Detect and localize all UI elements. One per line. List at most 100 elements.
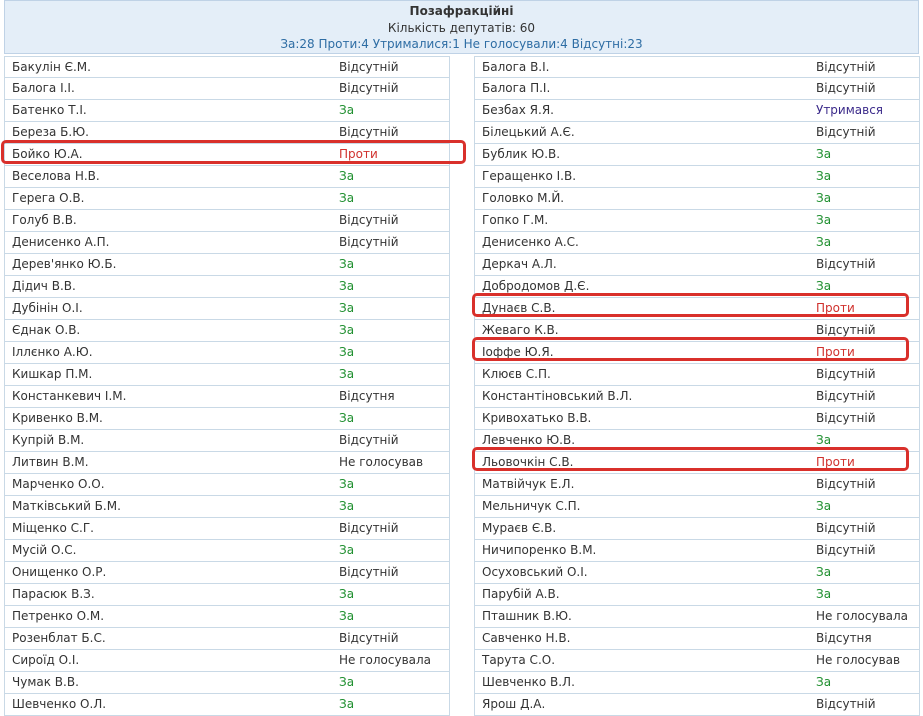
deputy-row: Шевченко В.Л. За bbox=[474, 672, 920, 694]
deputy-vote: Відсутній bbox=[339, 433, 399, 447]
deputy-name: Безбах Я.Я. bbox=[482, 103, 554, 117]
deputy-vote: За bbox=[339, 279, 355, 293]
deputy-name: Розенблат Б.С. bbox=[12, 631, 106, 645]
deputy-vote: Відсутній bbox=[816, 367, 876, 381]
deputy-name: Балога І.І. bbox=[12, 81, 75, 95]
deputy-name: Чумак В.В. bbox=[12, 675, 79, 689]
deputy-row: Парасюк В.З. За bbox=[4, 584, 450, 606]
deputy-name: Марченко О.О. bbox=[12, 477, 105, 491]
deputy-name: Литвин В.М. bbox=[12, 455, 89, 469]
deputy-name: Добродомов Д.Є. bbox=[482, 279, 590, 293]
deputy-row: Шевченко О.Л. За bbox=[4, 694, 450, 716]
deputy-name: Парубій А.В. bbox=[482, 587, 560, 601]
deputy-row: Пташник В.Ю. Не голосувала bbox=[474, 606, 920, 628]
deputy-name: Мусій О.С. bbox=[12, 543, 77, 557]
deputy-vote: Не голосувала bbox=[339, 653, 432, 667]
deputy-vote: Відсутній bbox=[816, 543, 876, 557]
deputy-name: Тарута С.О. bbox=[482, 653, 556, 667]
deputy-name: Дубінін О.І. bbox=[12, 301, 83, 315]
deputy-row: Балога І.І. Відсутній bbox=[4, 78, 450, 100]
deputy-row: Льовочкін С.В. Проти bbox=[472, 447, 920, 474]
deputy-vote: Відсутній bbox=[816, 60, 876, 74]
deputy-vote: За bbox=[339, 675, 355, 689]
deputy-row: Ярош Д.А. Відсутній bbox=[474, 694, 920, 716]
deputy-row: Жеваго К.В. Відсутній bbox=[474, 320, 920, 342]
deputy-name: Сироїд О.І. bbox=[12, 653, 80, 667]
deputy-row: Єднак О.В. За bbox=[4, 320, 450, 342]
deputy-name: Кривохатько В.В. bbox=[482, 411, 592, 425]
deputy-name: Гопко Г.М. bbox=[482, 213, 549, 227]
deputy-name: Бакулін Є.М. bbox=[12, 60, 91, 74]
deputy-name: Мельничук С.П. bbox=[482, 499, 581, 513]
deputy-row: Савченко Н.В. Відсутня bbox=[474, 628, 920, 650]
deputy-vote: Не голосувала bbox=[816, 609, 909, 623]
deputy-row: Левченко Ю.В. За bbox=[474, 430, 920, 452]
deputy-vote: За bbox=[339, 323, 355, 337]
deputy-name: Іоффе Ю.Я. bbox=[482, 345, 554, 359]
deputy-row: Дерев'янко Ю.Б. За bbox=[4, 254, 450, 276]
deputy-row: Константіновський В.Л. Відсутній bbox=[474, 386, 920, 408]
deputy-row: Добродомов Д.Є. За bbox=[474, 276, 920, 298]
deputy-vote: За bbox=[339, 411, 355, 425]
deputy-row: Купрій В.М. Відсутній bbox=[4, 430, 450, 452]
deputy-name: Голуб В.В. bbox=[12, 213, 77, 227]
deputy-row: Береза Б.Ю. Відсутній bbox=[4, 122, 450, 144]
deputy-row: Розенблат Б.С. Відсутній bbox=[4, 628, 450, 650]
deputy-row: Ничипоренко В.М. Відсутній bbox=[474, 540, 920, 562]
deputy-name: Денисенко А.С. bbox=[482, 235, 579, 249]
deputy-row: Герега О.В. За bbox=[4, 188, 450, 210]
deputy-name: Матвійчук Е.Л. bbox=[482, 477, 575, 491]
deputy-vote: За bbox=[339, 543, 355, 557]
deputy-row: Білецький А.Є. Відсутній bbox=[474, 122, 920, 144]
deputy-name: Головко М.Й. bbox=[482, 191, 565, 205]
deputy-name: Іллєнко А.Ю. bbox=[12, 345, 93, 359]
deputy-vote: Відсутня bbox=[339, 389, 395, 403]
deputy-vote: За bbox=[816, 169, 832, 183]
deputy-name: Денисенко А.П. bbox=[12, 235, 110, 249]
deputy-row: Марченко О.О. За bbox=[4, 474, 450, 496]
deputy-vote: За bbox=[816, 279, 832, 293]
deputy-vote: За bbox=[339, 301, 355, 315]
deputy-vote: Відсутній bbox=[816, 125, 876, 139]
deputy-vote: За bbox=[339, 609, 355, 623]
deputy-row: Петренко О.М. За bbox=[4, 606, 450, 628]
deputy-name: Дерев'янко Ю.Б. bbox=[12, 257, 117, 271]
deputy-vote: Відсутній bbox=[816, 81, 876, 95]
deputy-vote: За bbox=[816, 147, 832, 161]
deputy-vote: Не голосував bbox=[339, 455, 424, 469]
deputy-name: Левченко Ю.В. bbox=[482, 433, 576, 447]
deputy-row: Денисенко А.С. За bbox=[474, 232, 920, 254]
deputy-row: Бублик Ю.В. За bbox=[474, 144, 920, 166]
deputies-count: Кількість депутатів: 60 bbox=[387, 21, 536, 35]
deputy-name: Дідич В.В. bbox=[12, 279, 76, 293]
deputy-name: Балога В.І. bbox=[482, 60, 550, 74]
deputy-row: Дунаєв С.В. Проти bbox=[472, 293, 920, 320]
deputy-vote: Відсутній bbox=[339, 125, 399, 139]
deputy-vote: За bbox=[816, 565, 832, 579]
deputy-row: Балога В.І. Відсутній bbox=[474, 56, 920, 78]
deputy-row: Осуховський О.І. За bbox=[474, 562, 920, 584]
deputy-vote: За bbox=[339, 587, 355, 601]
deputy-vote: За bbox=[816, 499, 832, 513]
deputy-row: Голуб В.В. Відсутній bbox=[4, 210, 450, 232]
deputy-row: Литвин В.М. Не голосував bbox=[4, 452, 450, 474]
deputy-row: Матківський Б.М. За bbox=[4, 496, 450, 518]
deputy-row: Мураєв Є.В. Відсутній bbox=[474, 518, 920, 540]
deputy-row: Кривохатько В.В. Відсутній bbox=[474, 408, 920, 430]
deputy-name: Петренко О.М. bbox=[12, 609, 105, 623]
deputy-vote: За bbox=[816, 675, 832, 689]
deputies-column-right: Балога В.І. Відсутній Балога П.І. Відсутній… bbox=[472, 56, 920, 716]
deputy-name: Клюєв С.П. bbox=[482, 367, 551, 381]
deputy-name: Шевченко В.Л. bbox=[482, 675, 575, 689]
deputy-vote: За bbox=[339, 697, 355, 711]
vote-summary: За:28 Проти:4 Утрималися:1 Не голосували… bbox=[280, 37, 643, 51]
deputy-name: Бублик Ю.В. bbox=[482, 147, 561, 161]
deputy-row: Батенко Т.І. За bbox=[4, 100, 450, 122]
deputy-vote: Відсутній bbox=[339, 521, 399, 535]
deputy-row: Парубій А.В. За bbox=[474, 584, 920, 606]
deputy-vote: Проти bbox=[816, 455, 855, 469]
deputy-vote: За bbox=[816, 587, 832, 601]
deputy-row: Чумак В.В. За bbox=[4, 672, 450, 694]
deputy-name: Ничипоренко В.М. bbox=[482, 543, 597, 557]
deputy-vote: За bbox=[339, 499, 355, 513]
